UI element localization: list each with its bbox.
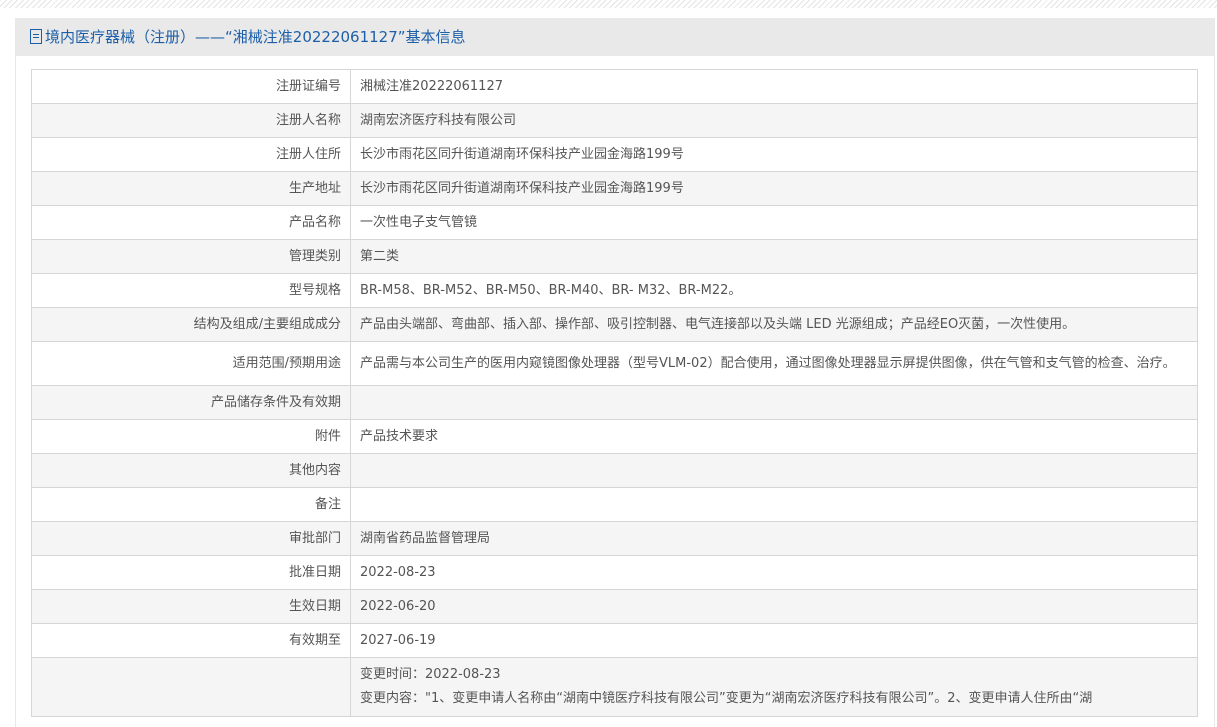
field-label: 生产地址 [31, 171, 351, 206]
table-row: 管理类别 第二类 [31, 239, 1198, 274]
table-row: 结构及组成/主要组成成分 产品由头端部、弯曲部、插入部、操作部、吸引控制器、电气连… [31, 307, 1198, 342]
field-label: 适用范围/预期用途 [31, 341, 351, 386]
field-label: 批准日期 [31, 555, 351, 590]
table-row: 注册人住所 长沙市雨花区同升街道湖南环保科技产业园金海路199号 [31, 137, 1198, 172]
field-label: 有效期至 [31, 623, 351, 658]
panel-header: 境内医疗器械（注册）——“湘械注准20222061127”基本信息 [16, 19, 1214, 56]
field-value [350, 385, 1198, 420]
field-label: 附件 [31, 419, 351, 454]
field-value: 长沙市雨花区同升街道湖南环保科技产业园金海路199号 [350, 171, 1198, 206]
field-label: 注册人名称 [31, 103, 351, 138]
info-panel: 境内医疗器械（注册）——“湘械注准20222061127”基本信息 注册证编号湘… [15, 18, 1215, 727]
field-label: 审批部门 [31, 521, 351, 556]
table-row: 适用范围/预期用途 产品需与本公司生产的医用内窥镜图像处理器（型号VLM-02）配… [31, 341, 1198, 386]
table-row: 备注 [31, 487, 1198, 522]
field-value: 湘械注准20222061127 [350, 69, 1198, 104]
field-label: 注册人住所 [31, 137, 351, 172]
table-row: 注册证编号 湘械注准20222061127 [31, 69, 1198, 104]
field-value: 产品技术要求 [350, 419, 1198, 454]
field-label: 生效日期 [31, 589, 351, 624]
field-value: 2027-06-19 [350, 623, 1198, 658]
field-value: 湖南省药品监督管理局 [350, 521, 1198, 556]
table-row: 生产地址 长沙市雨花区同升街道湖南环保科技产业园金海路199号 [31, 171, 1198, 206]
table-row: 变更时间：2022-08-23 变更内容："1、变更申请人名称由“湖南中镜医疗科技… [31, 657, 1198, 717]
document-icon [30, 29, 42, 44]
page-title: 境内医疗器械（注册）——“湘械注准20222061127”基本信息 [45, 28, 466, 46]
field-value: 第二类 [350, 239, 1198, 274]
field-label: 管理类别 [31, 239, 351, 274]
field-value: 2022-08-23 [350, 555, 1198, 590]
field-value [350, 453, 1198, 488]
field-value: 一次性电子支气管镜 [350, 205, 1198, 240]
field-value: 湖南宏济医疗科技有限公司 [350, 103, 1198, 138]
field-value: 2022-06-20 [350, 589, 1198, 624]
field-label: 其他内容 [31, 453, 351, 488]
change-time: 变更时间：2022-08-23 [360, 667, 501, 682]
field-label: 结构及组成/主要组成成分 [31, 307, 351, 342]
field-label: 备注 [31, 487, 351, 522]
field-label: 产品名称 [31, 205, 351, 240]
field-label: 型号规格 [31, 273, 351, 308]
field-label: 注册证编号 [31, 69, 351, 104]
table-row: 附件 产品技术要求 [31, 419, 1198, 454]
field-label: 产品储存条件及有效期 [31, 385, 351, 420]
table-row: 注册人名称 湖南宏济医疗科技有限公司 [31, 103, 1198, 138]
table-row: 审批部门 湖南省药品监督管理局 [31, 521, 1198, 556]
table-row: 生效日期 2022-06-20 [31, 589, 1198, 624]
table-row: 批准日期 2022-08-23 [31, 555, 1198, 590]
field-value: 产品由头端部、弯曲部、插入部、操作部、吸引控制器、电气连接部以及头端 LED 光… [350, 307, 1198, 342]
table-row: 产品名称 一次性电子支气管镜 [31, 205, 1198, 240]
field-value: 长沙市雨花区同升街道湖南环保科技产业园金海路199号 [350, 137, 1198, 172]
field-value: BR-M58、BR-M52、BR-M50、BR-M40、BR- M32、BR-M… [350, 273, 1198, 308]
table-row: 有效期至 2027-06-19 [31, 623, 1198, 658]
field-value [350, 487, 1198, 522]
top-stripe [0, 0, 1217, 8]
table-row: 型号规格 BR-M58、BR-M52、BR-M50、BR-M40、BR- M32、… [31, 273, 1198, 308]
info-table: 注册证编号 湘械注准20222061127 注册人名称 湖南宏济医疗科技有限公司 注册人… [31, 69, 1198, 717]
change-content: 变更内容："1、变更申请人名称由“湖南中镜医疗科技有限公司”变更为“湖南宏济医疗… [360, 691, 1093, 706]
table-row: 产品储存条件及有效期 [31, 385, 1198, 420]
table-row: 其他内容 [31, 453, 1198, 488]
field-value: 产品需与本公司生产的医用内窥镜图像处理器（型号VLM-02）配合使用，通过图像处… [350, 341, 1198, 386]
field-label [31, 657, 351, 717]
